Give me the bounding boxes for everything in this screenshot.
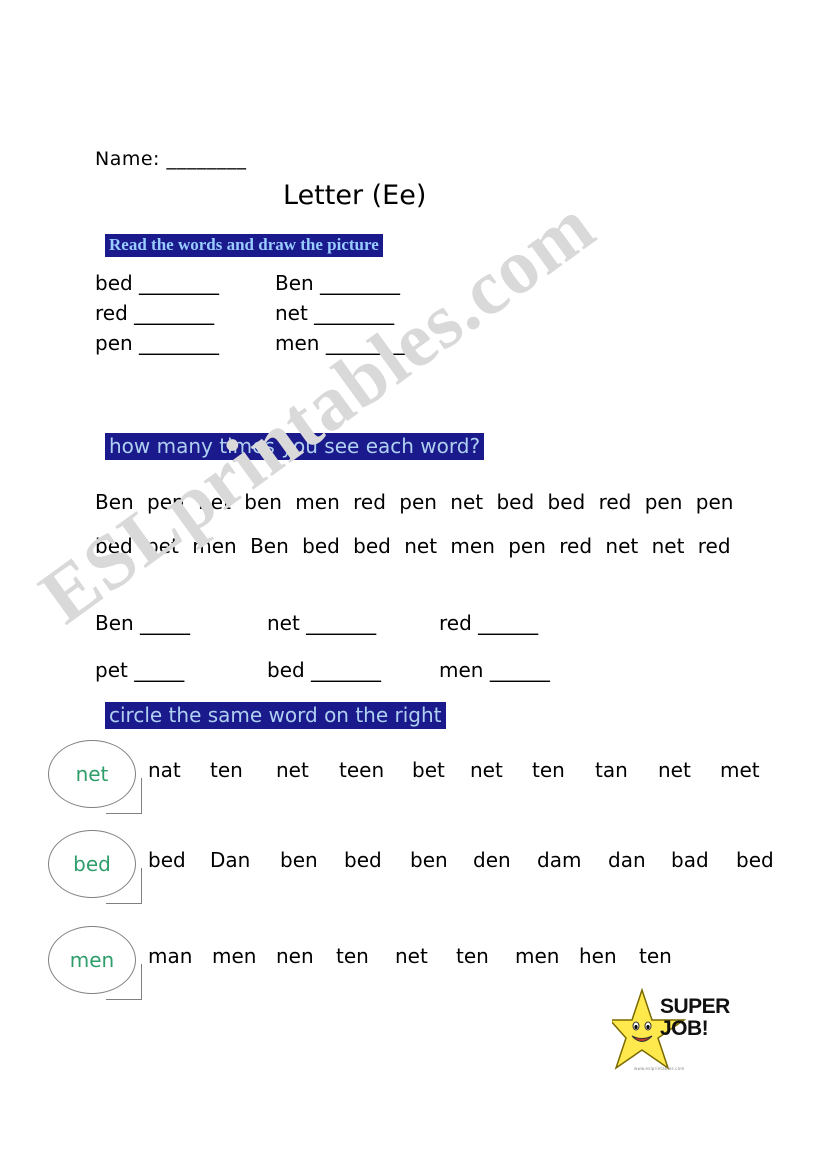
- word-choice[interactable]: net: [276, 758, 339, 782]
- table-row: pet _____ bed _______ men ______: [95, 647, 755, 694]
- target-word: men: [69, 948, 115, 972]
- word-choices: man men nen ten net ten men hen ten: [148, 944, 672, 968]
- word-choice[interactable]: dan: [608, 848, 671, 872]
- section2-heading: how many times you see each word?: [105, 433, 485, 460]
- word-choices: bed Dan ben bed ben den dam dan bad bed: [148, 848, 774, 872]
- word-choice[interactable]: men: [515, 944, 579, 968]
- circle-row-bed: bed bed Dan ben bed ben den dam dan bad bed: [48, 830, 788, 908]
- word-choice[interactable]: nat: [148, 758, 210, 782]
- word-blank: men ________: [275, 331, 406, 355]
- word-choice[interactable]: net: [470, 758, 532, 782]
- word-choice[interactable]: den: [473, 848, 537, 872]
- name-field-label: Name: ________: [95, 148, 247, 170]
- tally-blank: net _______: [267, 611, 377, 635]
- word-stream-line: bed pet men Ben bed bed net men pen red …: [95, 534, 731, 558]
- word-choice[interactable]: ben: [280, 848, 344, 872]
- super-job-sticker: SUPER JOB! www.eslprintables.com: [608, 986, 738, 1074]
- word-choice[interactable]: teen: [339, 758, 412, 782]
- worksheet-page: ESLprintables.com Name: ________ Letter …: [0, 0, 821, 1169]
- word-choice[interactable]: men: [212, 944, 276, 968]
- word-choice[interactable]: tan: [595, 758, 658, 782]
- word-blank: Ben ________: [275, 271, 401, 295]
- tally-blank: Ben _____: [95, 611, 191, 635]
- word-choice[interactable]: met: [720, 758, 760, 782]
- tally-blank: men ______: [439, 658, 550, 682]
- word-choice[interactable]: bet: [412, 758, 470, 782]
- sticker-caption: www.eslprintables.com: [634, 1066, 685, 1071]
- word-choice[interactable]: ten: [210, 758, 276, 782]
- target-word: net: [75, 762, 109, 786]
- section1-heading: Read the words and draw the picture: [105, 234, 383, 257]
- word-choice[interactable]: man: [148, 944, 212, 968]
- table-row: bed ________ Ben ________: [95, 268, 406, 298]
- section2-word-stream: Ben pen net ben men red pen net bed bed …: [95, 480, 745, 568]
- word-choice[interactable]: ben: [410, 848, 473, 872]
- section2-answer-lines: Ben _____ net _______ red ______ pet _____…: [95, 600, 755, 694]
- table-row: red ________ net ________: [95, 298, 406, 328]
- word-choice[interactable]: ten: [639, 944, 672, 968]
- word-choice[interactable]: Dan: [210, 848, 280, 872]
- word-choice[interactable]: ten: [532, 758, 595, 782]
- target-word: bed: [73, 852, 111, 876]
- word-stream-line: Ben pen net ben men red pen net bed bed …: [95, 490, 734, 514]
- word-choice[interactable]: bad: [671, 848, 736, 872]
- sticker-line1: SUPER: [660, 995, 730, 1018]
- word-choice[interactable]: ten: [456, 944, 515, 968]
- circle-row-net: net nat ten net teen bet net ten tan net met: [48, 740, 788, 818]
- word-choice[interactable]: net: [658, 758, 720, 782]
- tally-blank: red ______: [439, 611, 539, 635]
- page-title: Letter (Ee): [283, 180, 427, 211]
- section3-heading: circle the same word on the right: [105, 702, 446, 729]
- word-choice[interactable]: dam: [537, 848, 608, 872]
- word-choice[interactable]: bed: [344, 848, 410, 872]
- word-choice[interactable]: nen: [276, 944, 336, 968]
- sticker-text: SUPER JOB!: [660, 996, 730, 1040]
- word-choices: nat ten net teen bet net ten tan net met: [148, 758, 760, 782]
- word-blank: bed ________: [95, 271, 220, 295]
- word-choice[interactable]: ten: [336, 944, 395, 968]
- table-row: pen ________ men ________: [95, 328, 406, 358]
- sticker-line2: JOB!: [660, 1017, 709, 1040]
- tally-blank: pet _____: [95, 658, 185, 682]
- word-choice[interactable]: bed: [148, 848, 210, 872]
- word-choice[interactable]: hen: [579, 944, 639, 968]
- word-blank: red ________: [95, 301, 215, 325]
- word-choice[interactable]: net: [395, 944, 456, 968]
- word-choice[interactable]: bed: [736, 848, 774, 872]
- word-blank: net ________: [275, 301, 395, 325]
- word-blank: pen ________: [95, 331, 220, 355]
- table-row: Ben _____ net _______ red ______: [95, 600, 755, 647]
- section1-word-grid: bed ________ Ben ________ red ________ net…: [95, 268, 406, 358]
- tally-blank: bed _______: [267, 658, 382, 682]
